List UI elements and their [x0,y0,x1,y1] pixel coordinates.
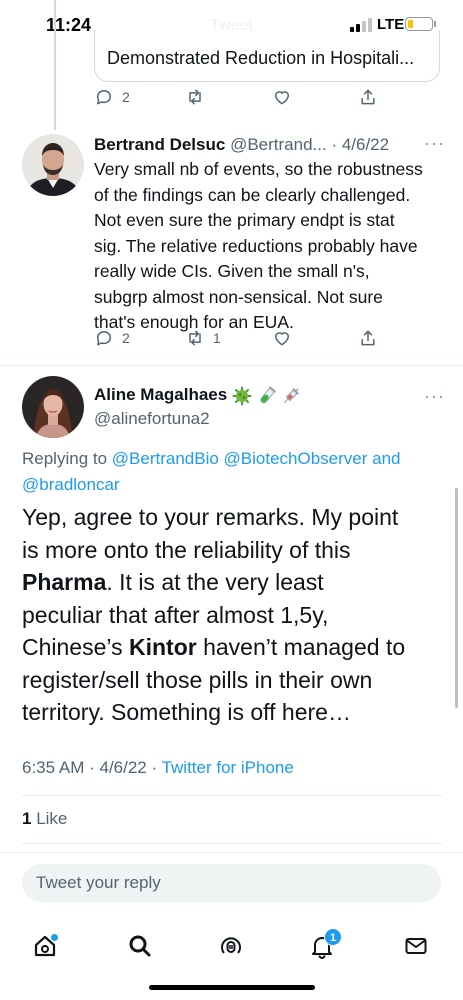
reply-icon [97,331,111,346]
share-button[interactable] [358,328,378,348]
thread-connector-line [54,0,56,130]
reply-button[interactable]: 2 [94,87,130,107]
main-author-name: Aline Magalhaes [94,385,228,404]
avatar-photo-bertrand [22,134,84,196]
messages-icon [405,938,427,954]
tweet-meta: 6:35 AM · 4/6/22 · Twitter for iPhone [22,758,294,778]
reply-icon [97,90,111,105]
home-unread-dot [51,934,58,941]
share-button[interactable] [358,87,378,107]
quoted-tweet-text: Demonstrated Reduction in Hospitali... [107,48,415,68]
mention-link[interactable]: @BertrandBio [112,449,219,468]
avatar[interactable] [22,376,84,438]
quoted-tweet-actions: 2 [94,87,394,111]
reply-line: of the findings can be clearly challenge… [94,184,411,205]
tweet-line: Yep, agree to your remarks. My point [22,504,399,530]
retweet-icon [189,89,201,105]
reply-line: really wide CIs. Given the small n's, [94,261,370,281]
battery-icon [405,17,433,31]
tweet-line: peculiar that after almost 1,5y, [22,601,329,628]
reply-tweet-body: Very small nb of events, so the robustne… [94,157,444,336]
reply-line: Very small nb of events, so the robustne… [94,159,423,179]
reply-line: subgrp almost non-sensical. Not sure [94,286,383,307]
author-handle[interactable]: @Bertrand... [230,135,327,154]
tweet-time: 6:35 AM [22,758,85,777]
bold-word: Pharma [22,569,107,595]
tab-search[interactable] [116,922,164,970]
search-icon [129,935,151,957]
reply-button[interactable]: 2 [94,328,130,348]
bold-word: Kintor [128,634,197,660]
mention-link[interactable]: @bradloncar [22,475,120,494]
retweet-count: 1 [213,330,221,346]
retweet-icon [189,330,201,346]
likes-label: Like [31,809,68,828]
tweet-date: 4/6/22 [99,758,147,777]
test-tube-emoji [259,386,276,403]
share-icon [361,89,375,105]
tweet-divider [0,365,463,366]
tab-notifications[interactable]: 1 [298,922,346,970]
syringe-emoji [284,387,300,403]
reply-line: Not even sure the primary endpt is stat [94,210,395,230]
tweet-source[interactable]: Twitter for iPhone [162,758,294,777]
reply-line: sig. The relative reductions probably ha… [94,235,418,256]
battery-level [407,19,413,28]
status-time: 11:24 [46,15,92,35]
replying-to: Replying to @BertrandBio @BiotechObserve… [22,446,442,498]
scrollbar[interactable] [455,488,458,708]
tab-home[interactable] [21,922,69,970]
tweet-line: Pharma. It is at the very least [22,566,447,599]
tab-messages[interactable] [392,922,440,970]
main-tweet-body: Yep, agree to your remarks. My point is … [22,501,447,729]
author-name[interactable]: Bertrand Delsuc [94,135,225,154]
tweet-date: · 4/6/22 [331,135,390,154]
tweet-line: is more onto the reliability of this [22,536,351,563]
avatar[interactable] [22,134,84,196]
reply-tweet-header: Bertrand Delsuc @Bertrand... · 4/6/22 [94,135,389,155]
tab-spaces[interactable] [207,922,255,970]
virus-emoji [232,386,252,406]
tweet-text: haven’t managed to [196,634,406,660]
tweet-line: register/sell those pills in their own [22,666,373,693]
tweet-text: Chinese’s [22,634,129,660]
meta-separator: · [146,758,162,777]
tweet-line: territory. Something is off here… [22,699,351,725]
meta-divider [22,795,442,796]
main-author-name-row[interactable]: Aline Magalhaes [94,385,301,406]
reply-count: 2 [122,330,130,346]
like-button[interactable] [272,328,300,348]
replying-and[interactable]: and [367,449,400,468]
reply-composer [0,852,463,912]
more-options-icon[interactable]: ··· [424,386,445,407]
likes-summary[interactable]: 1 Like [22,809,67,829]
main-author-handle[interactable]: @alinefortuna2 [94,409,210,429]
more-options-icon[interactable]: ··· [424,133,445,154]
notification-badge: 1 [324,928,342,946]
heart-icon [275,332,289,346]
tweet-text: . It is at the very least [106,569,324,595]
retweet-button[interactable]: 1 [185,328,221,348]
heart-icon [275,91,289,105]
reply-tweet-actions: 2 1 [94,328,394,352]
meta-separator: · [84,758,100,777]
reply-input[interactable] [22,864,441,902]
likes-divider [22,843,442,844]
tweet-line: Chinese’s Kintor haven’t managed to [22,631,447,664]
avatar-photo-aline [22,376,84,438]
home-indicator [149,985,315,990]
retweet-button[interactable] [185,87,213,107]
like-button[interactable] [272,87,300,107]
replying-to-label: Replying to [22,449,112,468]
reply-count: 2 [122,89,130,105]
battery-tip [434,21,436,27]
quoted-tweet-card[interactable]: Demonstrated Reduction in Hospitali... [94,30,440,82]
mention-link[interactable]: @BiotechObserver [224,449,368,468]
share-icon [361,330,375,346]
spaces-icon [221,937,241,954]
